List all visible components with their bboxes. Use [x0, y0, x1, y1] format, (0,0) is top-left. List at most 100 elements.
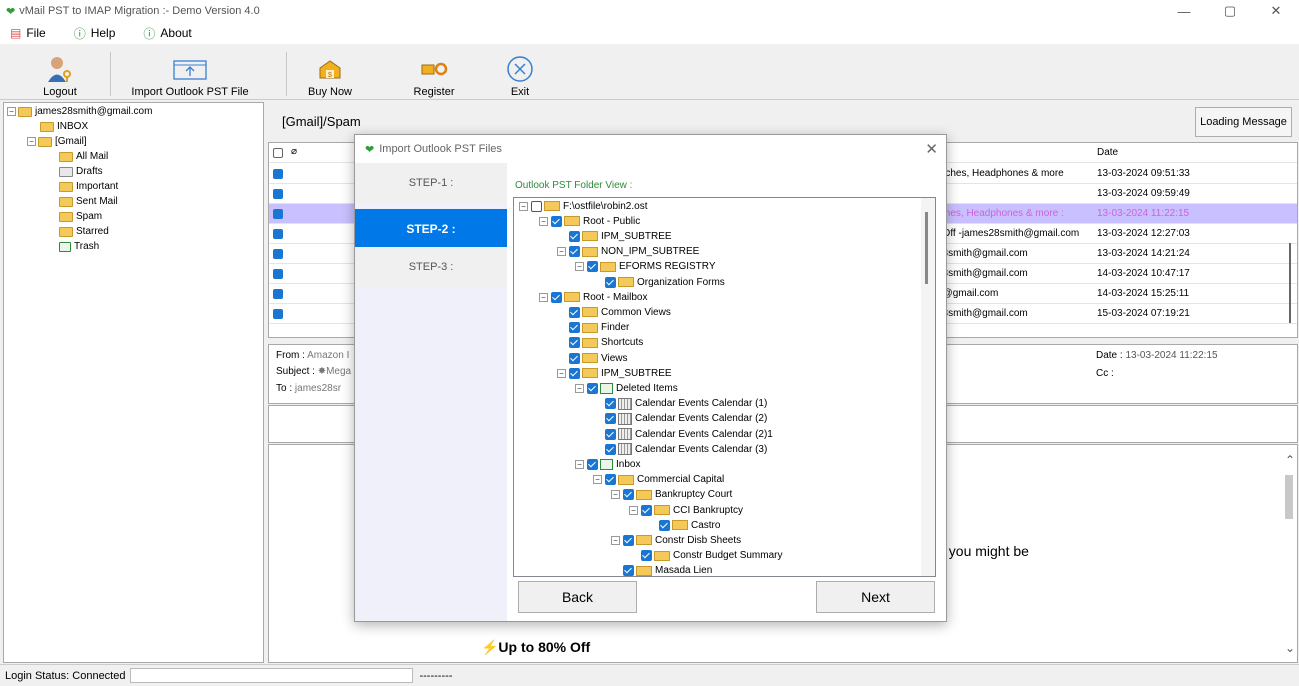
tree-node[interactable]: Views: [569, 351, 628, 365]
tree-node[interactable]: − Root - Mailbox: [539, 290, 647, 304]
tree-node[interactable]: Calendar Events Calendar (2): [605, 412, 767, 426]
tree-node[interactable]: Finder: [569, 321, 629, 335]
menu-help[interactable]: ⓘ Help: [74, 25, 116, 42]
tree-node[interactable]: − Deleted Items: [575, 381, 678, 395]
tree-node[interactable]: − CCI Bankruptcy: [629, 503, 743, 517]
collapse-icon[interactable]: −: [611, 535, 620, 545]
tree-node[interactable]: − Commercial Capital: [593, 473, 724, 487]
node-checkbox[interactable]: [605, 474, 616, 486]
node-checkbox[interactable]: [551, 215, 562, 227]
import-pst-button[interactable]: Import Outlook PST File: [120, 50, 260, 98]
tree-node[interactable]: − Constr Disb Sheets: [611, 533, 741, 547]
tree-node[interactable]: − Bankruptcy Court: [611, 488, 732, 502]
tree-node[interactable]: Calendar Events Calendar (2)1: [605, 427, 773, 441]
step-1[interactable]: STEP-1 :: [355, 163, 507, 203]
node-checkbox[interactable]: [569, 230, 580, 242]
tree-node[interactable]: − IPM_SUBTREE: [557, 366, 672, 380]
node-checkbox[interactable]: [587, 458, 598, 470]
close-button[interactable]: ✕: [1253, 0, 1299, 22]
row-checkbox[interactable]: [273, 289, 283, 299]
next-button[interactable]: Next: [816, 581, 935, 613]
tree-node[interactable]: Common Views: [569, 305, 671, 319]
row-checkbox[interactable]: [273, 209, 283, 219]
tree-item-starred[interactable]: Starred: [59, 224, 109, 239]
tree-item-important[interactable]: Important: [59, 179, 118, 194]
row-checkbox[interactable]: [273, 189, 283, 199]
maximize-button[interactable]: ▢: [1207, 0, 1253, 22]
node-checkbox[interactable]: [569, 352, 580, 364]
tree-item-drafts[interactable]: Drafts: [59, 164, 103, 179]
tree-item-sent-mail[interactable]: Sent Mail: [59, 194, 118, 209]
node-checkbox[interactable]: [569, 322, 580, 334]
row-checkbox[interactable]: [273, 229, 283, 239]
scroll-down-icon[interactable]: ⌄: [1285, 641, 1295, 655]
tree-node[interactable]: Organization Forms: [605, 275, 725, 289]
tree-node[interactable]: Castro: [659, 518, 720, 532]
tree-node[interactable]: − Inbox: [575, 457, 640, 471]
register-button[interactable]: Register: [394, 50, 474, 98]
tree-node[interactable]: Masada Lien: [623, 564, 712, 576]
node-checkbox[interactable]: [587, 382, 598, 394]
node-checkbox[interactable]: [659, 519, 670, 531]
collapse-icon[interactable]: −: [593, 475, 602, 485]
loading-message-button[interactable]: Loading Message: [1195, 107, 1292, 137]
tree-node[interactable]: − F:\ostfile\robin2.ost: [519, 199, 647, 213]
collapse-icon[interactable]: −: [7, 107, 16, 116]
collapse-icon[interactable]: −: [575, 262, 584, 272]
body-scrollbar-thumb[interactable]: [1285, 475, 1293, 519]
row-checkbox[interactable]: [273, 249, 283, 259]
scrollbar-thumb[interactable]: [925, 212, 928, 284]
back-button[interactable]: Back: [518, 581, 637, 613]
date-column-header[interactable]: Date: [1097, 147, 1118, 158]
tree-item-spam[interactable]: Spam: [59, 209, 102, 224]
menu-about[interactable]: ⓘ About: [143, 25, 191, 42]
node-checkbox[interactable]: [569, 337, 580, 349]
node-checkbox[interactable]: [587, 261, 598, 273]
collapse-icon[interactable]: −: [629, 505, 638, 515]
collapse-icon[interactable]: −: [519, 201, 528, 211]
node-checkbox[interactable]: [605, 398, 616, 410]
account-root-node[interactable]: − james28smith@gmail.com: [7, 104, 152, 119]
node-checkbox[interactable]: [569, 367, 580, 379]
node-checkbox[interactable]: [551, 291, 562, 303]
node-checkbox[interactable]: [531, 200, 542, 212]
tree-node[interactable]: − NON_IPM_SUBTREE: [557, 245, 699, 259]
node-checkbox[interactable]: [605, 443, 616, 455]
node-checkbox[interactable]: [569, 246, 580, 258]
pst-folder-tree[interactable]: − F:\ostfile\robin2.ost − Root - Public IPM_…: [513, 197, 936, 577]
tree-node[interactable]: IPM_SUBTREE: [569, 229, 672, 243]
list-scrollbar[interactable]: [1289, 243, 1291, 323]
node-checkbox[interactable]: [623, 534, 634, 546]
dialog-close-icon[interactable]: ✕: [925, 140, 938, 158]
collapse-icon[interactable]: −: [539, 292, 548, 302]
tree-item-trash[interactable]: Trash: [59, 239, 99, 254]
tree-scrollbar[interactable]: [921, 198, 935, 576]
tree-node[interactable]: Shortcuts: [569, 336, 643, 350]
collapse-icon[interactable]: −: [575, 383, 584, 393]
tree-item-gmail[interactable]: − [Gmail]: [27, 134, 87, 149]
tree-node[interactable]: − Root - Public: [539, 214, 640, 228]
scroll-up-icon[interactable]: ⌃: [1285, 453, 1295, 467]
row-checkbox[interactable]: [273, 269, 283, 279]
step-2[interactable]: STEP-2 :: [355, 209, 507, 249]
collapse-icon[interactable]: −: [611, 490, 620, 500]
node-checkbox[interactable]: [605, 276, 616, 288]
tree-node[interactable]: Constr Budget Summary: [641, 549, 783, 563]
exit-button[interactable]: Exit: [490, 50, 550, 98]
tree-node[interactable]: Calendar Events Calendar (3): [605, 442, 767, 456]
select-all-checkbox[interactable]: [273, 148, 283, 158]
tree-node[interactable]: Calendar Events Calendar (1): [605, 397, 767, 411]
collapse-icon[interactable]: −: [557, 247, 566, 257]
step-3[interactable]: STEP-3 :: [355, 247, 507, 287]
node-checkbox[interactable]: [623, 489, 634, 501]
collapse-icon[interactable]: −: [27, 137, 36, 146]
row-checkbox[interactable]: [273, 309, 283, 319]
tree-node[interactable]: − EFORMS REGISTRY: [575, 260, 716, 274]
collapse-icon[interactable]: −: [539, 216, 548, 226]
node-checkbox[interactable]: [641, 504, 652, 516]
row-checkbox[interactable]: [273, 169, 283, 179]
collapse-icon[interactable]: −: [575, 459, 584, 469]
node-checkbox[interactable]: [605, 428, 616, 440]
minimize-button[interactable]: —: [1161, 0, 1207, 22]
collapse-icon[interactable]: −: [557, 368, 566, 378]
